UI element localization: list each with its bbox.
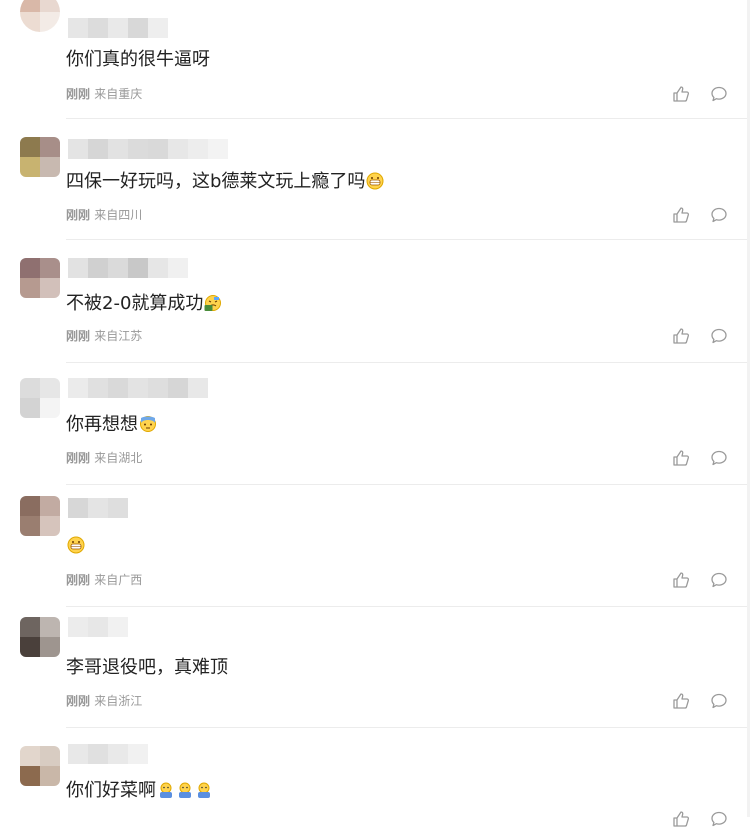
comment-location: 来自浙江 <box>94 694 143 708</box>
comment-meta: 刚刚 来自四川 <box>66 207 142 223</box>
comment-location: 来自江苏 <box>94 329 143 343</box>
username-blurred[interactable] <box>68 744 148 764</box>
thumbs-up-icon[interactable] <box>672 571 690 589</box>
grin-face-emoji <box>366 172 384 190</box>
comment-text: 李哥退役吧，真难顶 <box>66 657 228 678</box>
comment-actions <box>672 206 728 224</box>
comment-bubble-icon[interactable] <box>710 85 728 103</box>
avatar[interactable] <box>20 746 60 786</box>
comment-actions <box>672 692 728 710</box>
divider <box>66 484 750 485</box>
comment-location: 来自湖北 <box>94 451 143 465</box>
thumbs-up-icon[interactable] <box>672 692 690 710</box>
comment-actions <box>672 449 728 467</box>
comment-actions <box>672 571 728 589</box>
comment-text: 你们真的很牛逼呀 <box>66 49 210 70</box>
comment-bubble-icon[interactable] <box>710 571 728 589</box>
doge-emoji <box>198 782 210 798</box>
doge-emoji <box>160 782 172 798</box>
comment-actions <box>672 85 728 103</box>
divider <box>66 239 750 240</box>
username-blurred[interactable] <box>68 18 168 38</box>
divider <box>66 606 750 607</box>
comment-feed: 你们真的很牛逼呀 刚刚 来自重庆 四保一好玩吗，这b德莱文玩上瘾了吗 刚刚 来自… <box>0 0 750 827</box>
comment-time: 刚刚 <box>66 208 91 222</box>
username-blurred[interactable] <box>68 498 128 518</box>
grin-face-emoji <box>67 536 85 554</box>
username-blurred[interactable] <box>68 258 188 278</box>
comment-actions <box>672 810 728 828</box>
username-blurred[interactable] <box>68 378 208 398</box>
thumbs-up-icon[interactable] <box>672 206 690 224</box>
avatar[interactable] <box>20 137 60 177</box>
username-blurred[interactable] <box>68 139 228 159</box>
comment-bubble-icon[interactable] <box>710 810 728 828</box>
divider <box>66 362 750 363</box>
comment-time: 刚刚 <box>66 694 91 708</box>
comment-text: 你们好菜啊 <box>66 778 213 804</box>
avatar[interactable] <box>20 0 60 32</box>
comment-bubble-icon[interactable] <box>710 206 728 224</box>
comment-meta: 刚刚 来自江苏 <box>66 328 142 344</box>
comment-meta: 刚刚 来自浙江 <box>66 693 142 709</box>
comment-time: 刚刚 <box>66 451 91 465</box>
thumbs-up-icon[interactable] <box>672 810 690 828</box>
comment-time: 刚刚 <box>66 573 91 587</box>
comment-time: 刚刚 <box>66 87 91 101</box>
comment-location: 来自重庆 <box>94 87 143 101</box>
comment-actions <box>672 327 728 345</box>
thumbs-up-icon[interactable] <box>672 85 690 103</box>
cold-sweat-face-emoji <box>140 416 156 432</box>
comment-location: 来自广西 <box>94 573 143 587</box>
avatar[interactable] <box>20 258 60 298</box>
comment-meta: 刚刚 来自重庆 <box>66 86 142 102</box>
comment-bubble-icon[interactable] <box>710 327 728 345</box>
comment-meta: 刚刚 来自湖北 <box>66 450 142 466</box>
comment-location: 来自四川 <box>94 208 143 222</box>
avatar[interactable] <box>20 496 60 536</box>
avatar[interactable] <box>20 378 60 418</box>
thumbs-up-icon[interactable] <box>672 449 690 467</box>
comment-text: 四保一好玩吗，这b德莱文玩上瘾了吗 <box>66 169 384 195</box>
divider <box>66 727 750 728</box>
avatar[interactable] <box>20 617 60 657</box>
comment-text: 不被2-0就算成功 <box>66 291 222 317</box>
doge-emoji <box>179 782 191 798</box>
username-blurred[interactable] <box>68 617 128 637</box>
comment-meta: 刚刚 来自广西 <box>66 572 142 588</box>
comment-text: 你再想想 <box>66 412 157 438</box>
comment-text <box>66 533 85 559</box>
comment-bubble-icon[interactable] <box>710 692 728 710</box>
comment-bubble-icon[interactable] <box>710 449 728 467</box>
comment-time: 刚刚 <box>66 329 91 343</box>
divider <box>66 118 750 119</box>
thumbs-up-icon[interactable] <box>672 327 690 345</box>
tired-face-emoji <box>204 295 222 311</box>
